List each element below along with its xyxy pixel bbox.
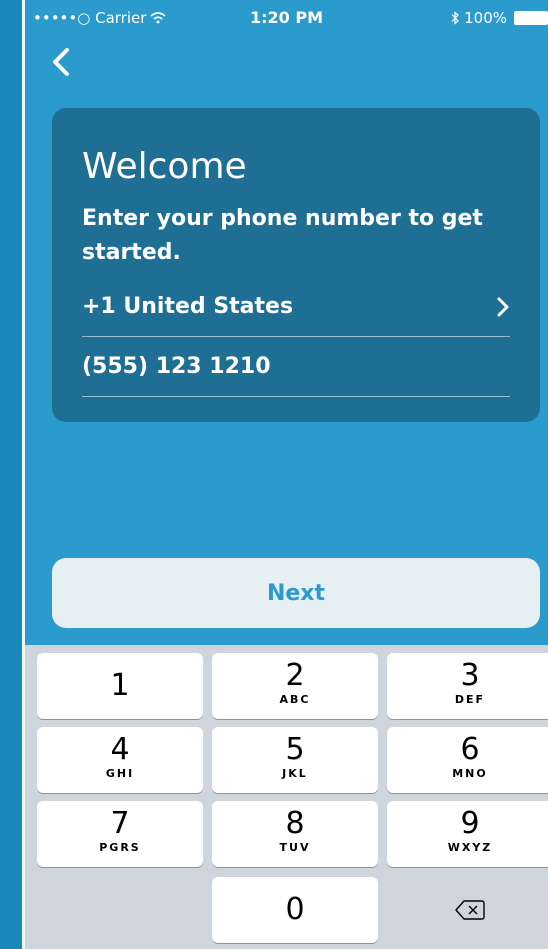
phone-screen: •••••○ Carrier 1:20 PM 100% Welcome Ente… (25, 0, 548, 949)
battery-percent: 100% (464, 9, 507, 27)
country-selector[interactable]: +1 United States (82, 280, 510, 337)
key-letters: MNO (452, 767, 488, 780)
key-letters: ABC (279, 693, 311, 706)
key-7[interactable]: 7 PGRS (37, 801, 203, 867)
next-button-label: Next (266, 580, 326, 606)
key-digit: 8 (285, 806, 305, 841)
key-1[interactable]: 1 (37, 653, 203, 719)
backspace-key[interactable] (387, 877, 548, 943)
battery-icon (514, 11, 548, 25)
key-5[interactable]: 5 JKL (212, 727, 378, 793)
key-digit: 2 (285, 658, 305, 693)
key-letters: GHI (105, 767, 135, 780)
next-button[interactable]: Next (52, 558, 540, 628)
page-subtitle: Enter your phone number to get started. (82, 206, 483, 265)
key-letters: PGRS (99, 841, 141, 854)
key-digit: 0 (285, 892, 305, 927)
welcome-card: Welcome Enter your phone number to get s… (52, 108, 540, 422)
key-0[interactable]: 0 (212, 877, 378, 943)
key-letters: WXYZ (447, 841, 493, 854)
key-3[interactable]: 3 DEF (387, 653, 548, 719)
key-letters: DEF (454, 693, 486, 706)
key-digit: 3 (460, 658, 480, 693)
chevron-right-icon (497, 297, 509, 317)
key-digit: 9 (460, 806, 480, 841)
bluetooth-icon (451, 11, 459, 25)
phone-number-value: (555) 123 1210 (82, 354, 271, 379)
key-digit: 4 (110, 732, 130, 767)
key-letters: TUV (279, 841, 311, 854)
key-6[interactable]: 6 MNO (387, 727, 548, 793)
status-right: 100% (450, 9, 548, 27)
numeric-keypad: 1 2 ABC 3 DEF 4 GHI 5 JKL 6 MNO 7 PGRS 8… (25, 645, 548, 949)
country-label: +1 United States (82, 294, 294, 319)
key-4[interactable]: 4 GHI (37, 727, 203, 793)
key-digit: 6 (460, 732, 480, 767)
back-button[interactable] (47, 44, 77, 80)
key-9[interactable]: 9 WXYZ (387, 801, 548, 867)
backspace-icon (455, 900, 485, 920)
key-8[interactable]: 8 TUV (212, 801, 378, 867)
back-chevron-icon (53, 48, 69, 76)
phone-number-field[interactable]: (555) 123 1210 (82, 340, 510, 397)
key-digit: 7 (110, 806, 130, 841)
page-title: Welcome (82, 146, 247, 187)
key-letters: JKL (282, 767, 308, 780)
key-digit: 5 (285, 732, 305, 767)
status-bar: •••••○ Carrier 1:20 PM 100% (25, 0, 548, 36)
key-digit: 1 (110, 668, 130, 703)
key-2[interactable]: 2 ABC (212, 653, 378, 719)
left-edge-strip (0, 0, 25, 949)
